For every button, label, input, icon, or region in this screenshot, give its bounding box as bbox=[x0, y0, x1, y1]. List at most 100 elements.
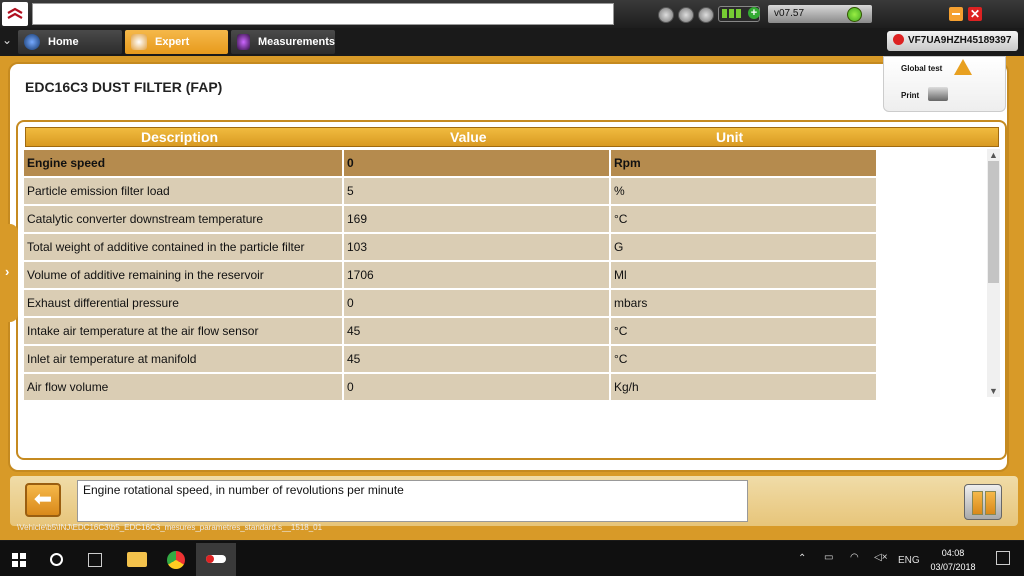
table-header: Description Value Unit bbox=[25, 127, 999, 147]
table-row[interactable]: Inlet air temperature at manifold 45 °C bbox=[24, 346, 876, 372]
cell-description: Exhaust differential pressure bbox=[24, 290, 342, 316]
cell-description: Inlet air temperature at manifold bbox=[24, 346, 342, 372]
column-header-description: Description bbox=[141, 129, 219, 145]
language-indicator[interactable]: ENG bbox=[898, 555, 920, 573]
printer-icon[interactable] bbox=[928, 87, 948, 101]
cell-value: 45 bbox=[344, 318, 609, 344]
table-row[interactable]: Total weight of additive contained in th… bbox=[24, 234, 876, 260]
waveform-icon bbox=[237, 34, 250, 50]
clock-date: 03/07/2018 bbox=[930, 562, 976, 572]
print-label: Print bbox=[901, 91, 920, 100]
pause-button[interactable] bbox=[964, 484, 1002, 520]
file-path: \Vehicle\b5\INJ\EDC16C3\b5_EDC16C3_mesur… bbox=[17, 523, 323, 532]
taskbar bbox=[0, 541, 1024, 576]
diagbox-taskbar-item[interactable] bbox=[196, 543, 236, 576]
cell-unit: mbars bbox=[611, 290, 876, 316]
cell-value: 1706 bbox=[344, 262, 609, 288]
cell-description: Catalytic converter downstream temperatu… bbox=[24, 206, 342, 232]
vin-label: VF7UA9HZH45189397 bbox=[908, 35, 1012, 46]
task-view-icon[interactable] bbox=[88, 553, 102, 567]
warning-icon[interactable] bbox=[954, 59, 972, 75]
power-icon bbox=[893, 34, 904, 45]
cell-value: 0 bbox=[344, 150, 609, 176]
cell-description: Engine speed bbox=[24, 150, 342, 176]
page-title: EDC16C3 DUST FILTER (FAP) bbox=[25, 79, 223, 95]
scroll-up-icon[interactable]: ▲ bbox=[987, 149, 1000, 161]
tab-measurements[interactable]: Measurements bbox=[231, 30, 335, 54]
table-row[interactable]: Intake air temperature at the air flow s… bbox=[24, 318, 876, 344]
print-button[interactable]: Print bbox=[901, 91, 919, 100]
cell-unit: °C bbox=[611, 346, 876, 372]
scroll-down-icon[interactable]: ▼ bbox=[987, 385, 1000, 397]
status-ok-icon bbox=[847, 7, 862, 22]
cell-unit: °C bbox=[611, 318, 876, 344]
pause-icon bbox=[972, 491, 983, 515]
table-row[interactable]: Volume of additive remaining in the rese… bbox=[24, 262, 876, 288]
windows-start-icon[interactable] bbox=[12, 553, 26, 567]
global-test-button[interactable]: Global test bbox=[901, 64, 942, 73]
cell-description: Volume of additive remaining in the rese… bbox=[24, 262, 342, 288]
wifi-icon[interactable] bbox=[698, 7, 714, 23]
table-row[interactable]: Engine speed 0 Rpm bbox=[24, 150, 876, 176]
chevron-down-icon[interactable]: ⌄ bbox=[2, 33, 16, 49]
cell-unit: % bbox=[611, 178, 876, 204]
notifications-icon[interactable] bbox=[996, 551, 1010, 565]
back-button[interactable]: ⬅ bbox=[25, 483, 61, 517]
tab-home[interactable]: Home bbox=[18, 30, 122, 54]
table-row[interactable]: Particle emission filter load 5% bbox=[24, 178, 876, 204]
pause-icon-bar bbox=[985, 491, 996, 515]
scrollbar-thumb[interactable] bbox=[988, 161, 999, 283]
column-header-unit: Unit bbox=[716, 129, 744, 145]
chevron-up-icon[interactable]: ⌃ bbox=[798, 553, 806, 571]
cell-value: 169 bbox=[344, 206, 609, 232]
clock[interactable]: 04:08 03/07/2018 bbox=[922, 546, 984, 574]
tab-expert-label: Expert bbox=[155, 36, 190, 48]
cell-description: Total weight of additive contained in th… bbox=[24, 234, 342, 260]
cell-unit: Rpm bbox=[611, 150, 876, 176]
user-icon[interactable] bbox=[678, 7, 694, 23]
cell-value: 5 bbox=[344, 178, 609, 204]
side-expander[interactable]: › bbox=[0, 224, 18, 322]
cell-unit: °C bbox=[611, 206, 876, 232]
close-button[interactable]: ✕ bbox=[968, 7, 982, 21]
table-row[interactable]: Exhaust differential pressure 0 mbars bbox=[24, 290, 876, 316]
help-text: Engine rotational speed, in number of re… bbox=[77, 480, 748, 522]
table-row[interactable]: Air flow volume 0 Kg/h bbox=[24, 374, 876, 400]
arrow-left-icon: ⬅ bbox=[33, 486, 53, 511]
cell-value: 103 bbox=[344, 234, 609, 260]
volume-icon[interactable]: ◁× bbox=[874, 552, 888, 570]
file-explorer-icon[interactable] bbox=[127, 552, 147, 567]
home-icon bbox=[24, 34, 40, 50]
version-indicator: v07.57 bbox=[768, 5, 872, 23]
cell-unit: G bbox=[611, 234, 876, 260]
minimize-button[interactable] bbox=[949, 7, 963, 21]
tab-expert[interactable]: Expert bbox=[125, 30, 228, 54]
search-icon[interactable] bbox=[50, 553, 63, 566]
cell-value: 0 bbox=[344, 290, 609, 316]
network-icon[interactable]: ▭ bbox=[824, 552, 833, 570]
clock-time: 04:08 bbox=[941, 548, 965, 558]
magnifier-icon bbox=[131, 34, 147, 50]
table-row[interactable]: Catalytic converter downstream temperatu… bbox=[24, 206, 876, 232]
cell-description: Air flow volume bbox=[24, 374, 342, 400]
plus-icon: + bbox=[748, 7, 760, 19]
address-field[interactable] bbox=[32, 3, 614, 25]
battery-icon: + bbox=[718, 6, 760, 22]
chrome-icon[interactable] bbox=[167, 551, 185, 569]
cell-description: Particle emission filter load bbox=[24, 178, 342, 204]
vin-badge[interactable]: VF7UA9HZH45189397 bbox=[887, 31, 1018, 51]
cell-unit: Ml bbox=[611, 262, 876, 288]
brand-logo bbox=[2, 2, 28, 26]
version-label: v07.57 bbox=[774, 8, 805, 19]
global-test-label: Global test bbox=[901, 64, 943, 73]
cell-description: Intake air temperature at the air flow s… bbox=[24, 318, 342, 344]
cell-value: 0 bbox=[344, 374, 609, 400]
download-icon[interactable] bbox=[658, 7, 674, 23]
chevron-right-icon: › bbox=[5, 264, 10, 279]
cell-value: 45 bbox=[344, 346, 609, 372]
column-header-value: Value bbox=[450, 129, 487, 145]
tab-home-label: Home bbox=[48, 36, 79, 48]
action-panel: Global test Print bbox=[883, 56, 1006, 112]
wifi-tray-icon[interactable]: ◠ bbox=[850, 552, 859, 570]
tab-measurements-label: Measurements bbox=[257, 36, 335, 48]
